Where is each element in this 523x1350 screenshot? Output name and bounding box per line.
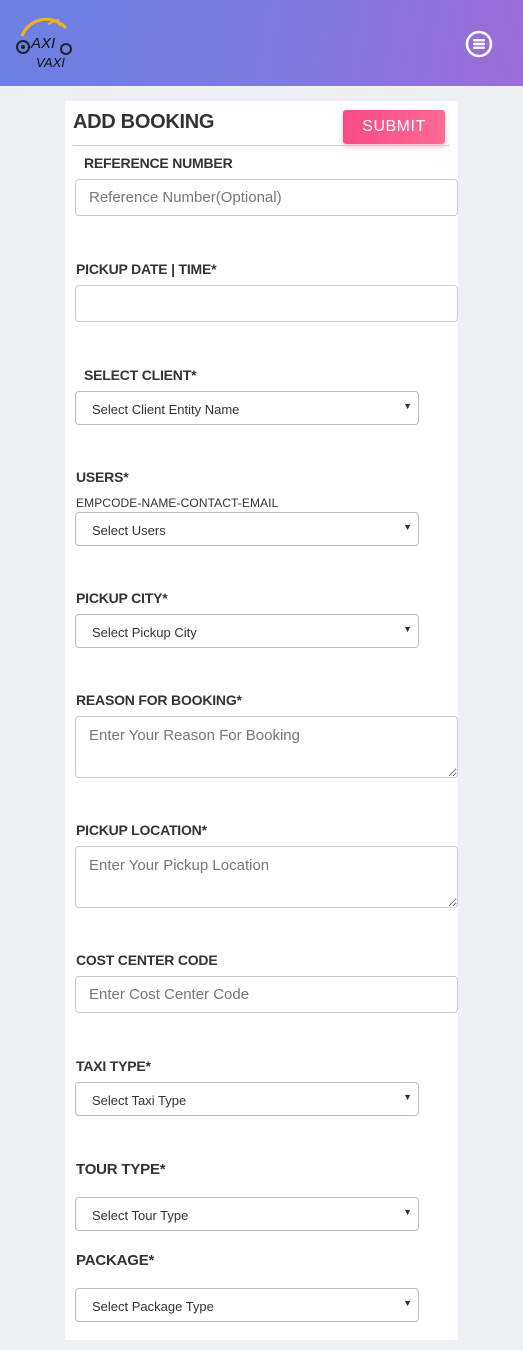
dropdown-caret-icon: ▼ — [403, 1092, 412, 1102]
dropdown-caret-icon: ▼ — [403, 1298, 412, 1308]
users-sublabel: EMPCODE-NAME-CONTACT-EMAIL — [76, 496, 279, 510]
client-select[interactable]: Select Client Entity Name ▼ — [75, 391, 419, 425]
dropdown-caret-icon: ▼ — [403, 1207, 412, 1217]
pickup-datetime-label: PICKUP DATE | TIME* — [76, 261, 217, 277]
svg-text:AXI: AXI — [30, 35, 55, 52]
package-label: PACKAGE* — [76, 1252, 155, 1269]
dropdown-caret-icon: ▼ — [403, 401, 412, 411]
client-select-value: Select Client Entity Name — [92, 402, 240, 417]
pickup-datetime-input[interactable] — [75, 285, 458, 322]
reason-textarea[interactable] — [75, 716, 458, 778]
taxi-type-select[interactable]: Select Taxi Type ▼ — [75, 1082, 419, 1116]
title-divider — [73, 145, 450, 146]
dropdown-caret-icon: ▼ — [403, 624, 412, 634]
reference-number-label: REFERENCE NUMBER — [84, 155, 233, 171]
tour-type-select-value: Select Tour Type — [92, 1208, 189, 1223]
app-header: AXI VAXI — [0, 0, 523, 86]
taxi-vaxi-logo[interactable]: AXI VAXI — [14, 14, 76, 72]
logo-text-top: AXI — [30, 35, 55, 52]
select-client-label: SELECT CLIENT* — [84, 367, 197, 383]
tour-type-select[interactable]: Select Tour Type ▼ — [75, 1197, 419, 1231]
package-select-value: Select Package Type — [92, 1299, 214, 1314]
taxi-type-label: TAXI TYPE* — [76, 1058, 151, 1074]
menu-icon[interactable] — [465, 30, 493, 58]
users-label: USERS* — [76, 469, 129, 485]
cost-center-label: COST CENTER CODE — [76, 952, 218, 968]
page-title: ADD BOOKING — [73, 111, 215, 133]
package-select[interactable]: Select Package Type ▼ — [75, 1288, 419, 1322]
pickup-location-label: PICKUP LOCATION* — [76, 822, 207, 838]
pickup-city-label: PICKUP CITY* — [76, 590, 168, 606]
logo-text-bottom: VAXI — [36, 55, 65, 70]
reason-label: REASON FOR BOOKING* — [76, 692, 242, 708]
submit-button[interactable]: SUBMIT — [343, 110, 445, 144]
tour-type-label: TOUR TYPE* — [76, 1161, 166, 1178]
users-select[interactable]: Select Users ▼ — [75, 512, 419, 546]
cost-center-input[interactable] — [75, 976, 458, 1013]
add-booking-card: ADD BOOKING SUBMIT REFERENCE NUMBER PICK… — [65, 101, 458, 1340]
pickup-location-textarea[interactable] — [75, 846, 458, 908]
svg-text:VAXI: VAXI — [36, 55, 65, 70]
pickup-city-select-value: Select Pickup City — [92, 625, 197, 640]
pickup-city-select[interactable]: Select Pickup City ▼ — [75, 614, 419, 648]
users-select-value: Select Users — [92, 523, 166, 538]
reference-number-input[interactable] — [75, 179, 458, 216]
taxi-type-select-value: Select Taxi Type — [92, 1093, 187, 1108]
dropdown-caret-icon: ▼ — [403, 522, 412, 532]
